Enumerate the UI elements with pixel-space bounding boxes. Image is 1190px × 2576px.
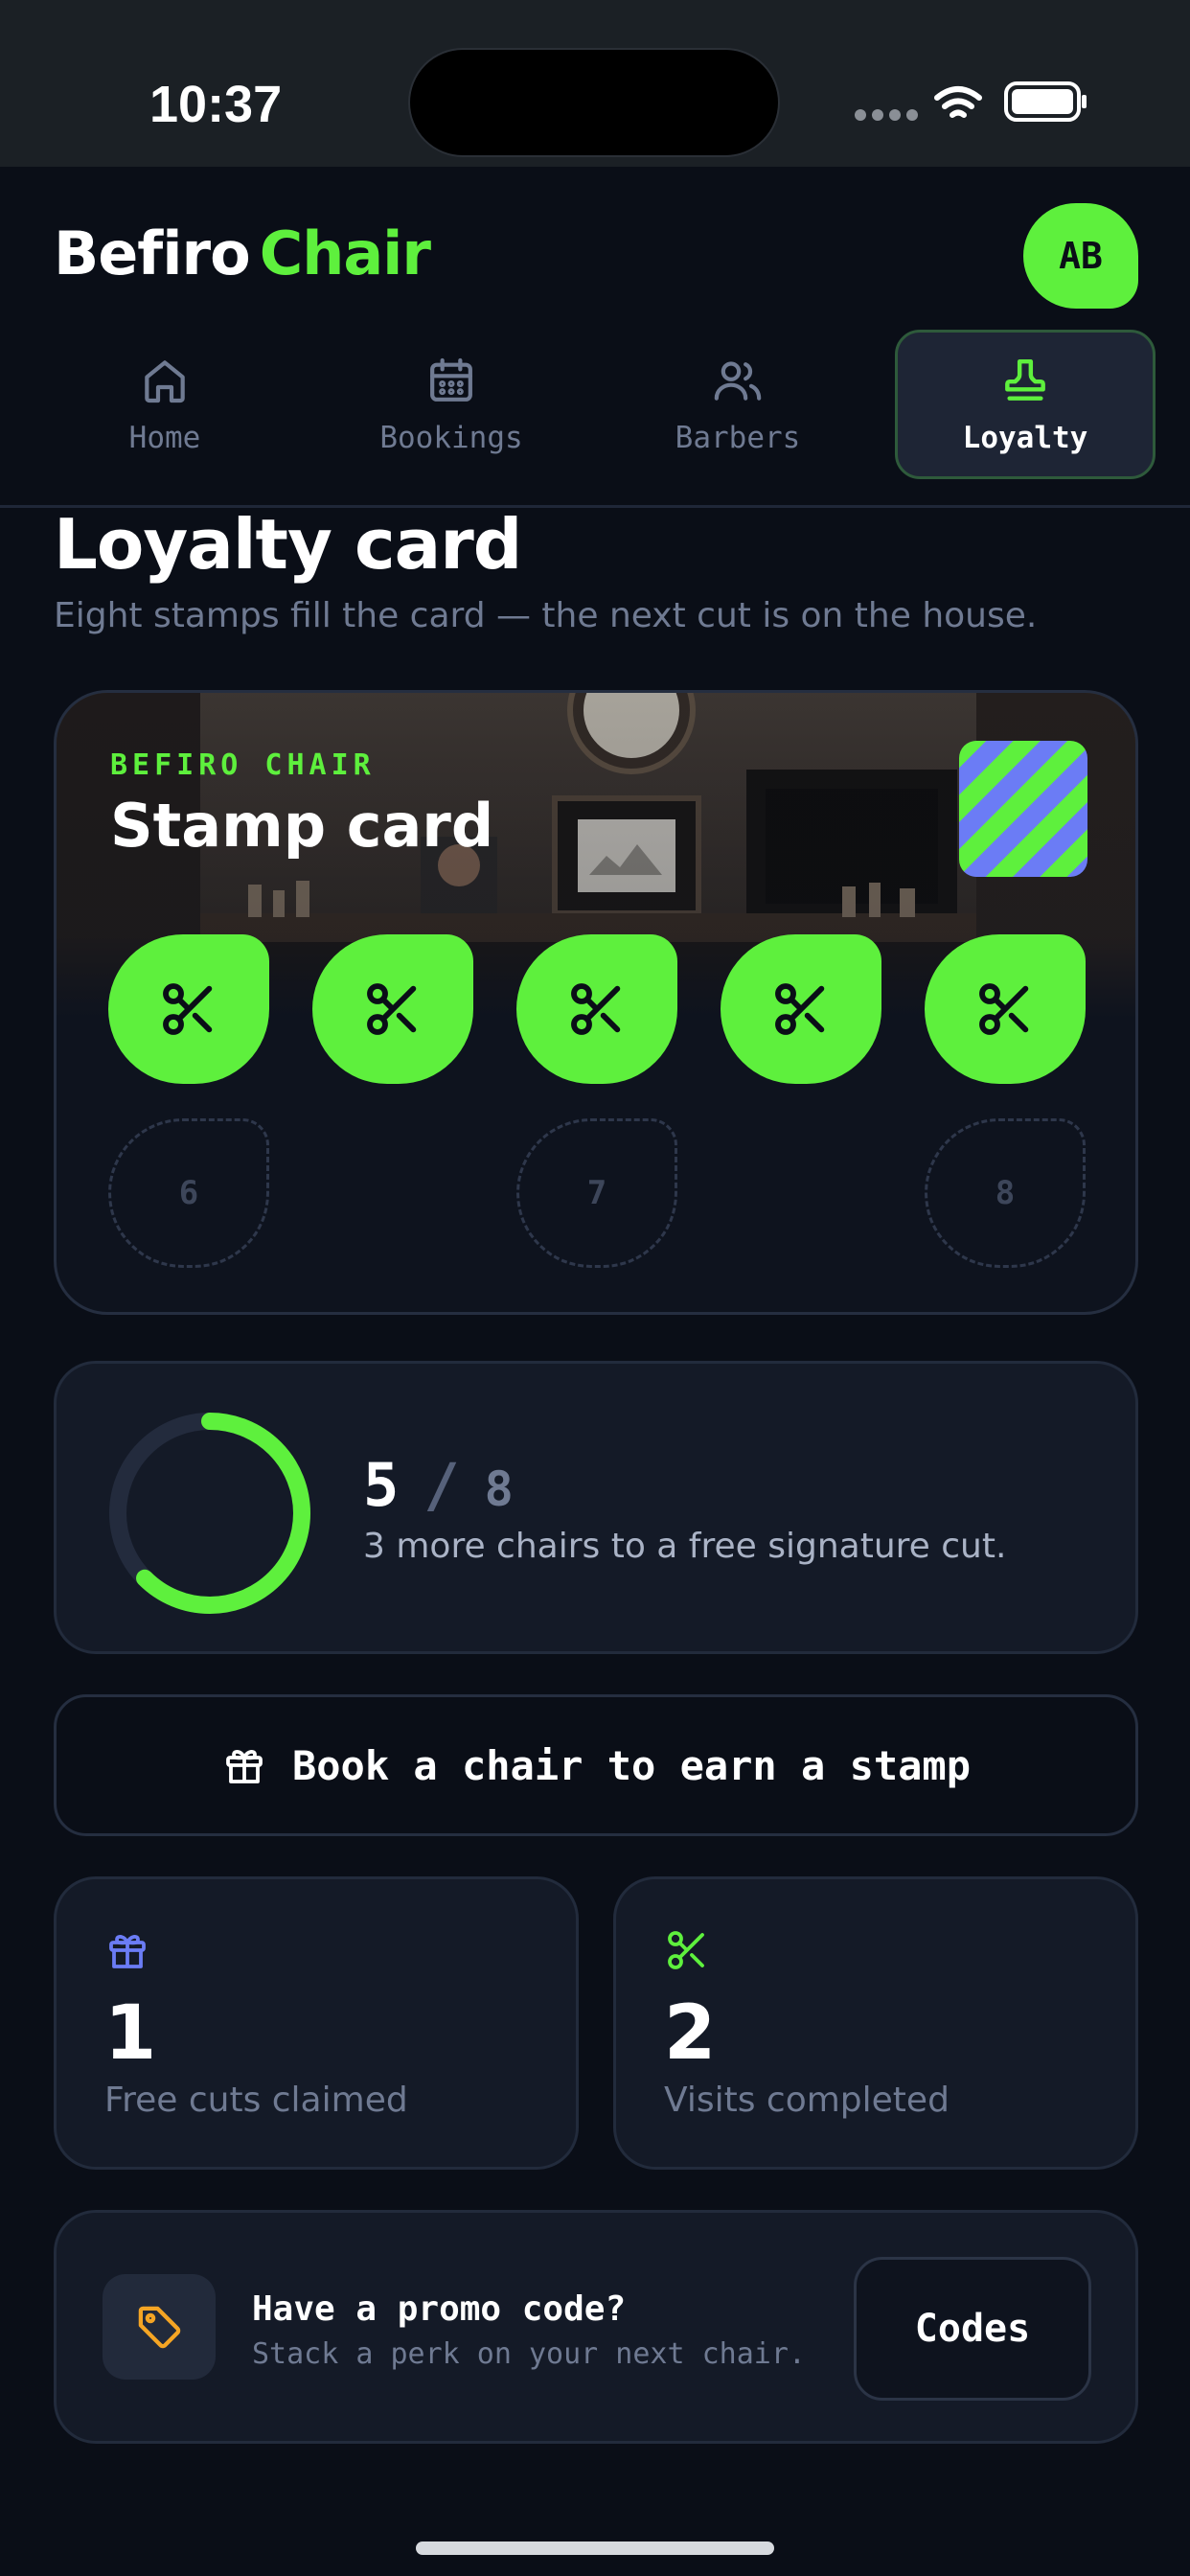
scissors-icon: [163, 983, 213, 1035]
tab-barbers[interactable]: Barbers: [607, 330, 868, 479]
users-icon: [714, 361, 762, 401]
stat-visits-value: 2: [664, 1990, 717, 2077]
progress-current: 5: [363, 1450, 400, 1520]
stamp-8-number: 8: [995, 1174, 1016, 1212]
promo-subtitle: Stack a perk on your next chair.: [252, 2337, 806, 2371]
progress-count: 5 / 8: [363, 1450, 514, 1520]
scissors-icon: [571, 983, 621, 1035]
stamp-7-number: 7: [586, 1174, 607, 1212]
stamp-6: 6: [108, 1118, 269, 1268]
dynamic-island: [408, 48, 780, 157]
gift-icon: [226, 1750, 263, 1783]
stat-visits-label: Visits completed: [664, 2081, 950, 2120]
stamp-3: [516, 934, 677, 1084]
stamp-5: [925, 934, 1086, 1084]
tab-loyalty-label: Loyalty: [962, 421, 1088, 455]
brand-name-part1: Befiro: [54, 218, 251, 288]
scissors-icon: [979, 983, 1029, 1035]
tab-barbers-label: Barbers: [675, 421, 801, 455]
scissors-icon: [367, 983, 417, 1035]
tab-bar: Home Bookings Barbers Loyalty: [0, 326, 1190, 508]
signal-dots-icon: [855, 109, 918, 121]
stamp-1: [108, 934, 269, 1084]
brand-logo: Befiro Chair: [54, 218, 431, 288]
status-time: 10:37: [149, 76, 283, 133]
status-icons: [851, 79, 1090, 126]
progress-message: 3 more chairs to a free signature cut.: [363, 1527, 1007, 1566]
stamp-8: 8: [925, 1118, 1086, 1268]
promo-title: Have a promo code?: [252, 2289, 627, 2329]
stamp-4: [721, 934, 881, 1084]
progress-ring: [109, 1413, 310, 1614]
tab-bookings[interactable]: Bookings: [321, 330, 582, 479]
tab-loyalty[interactable]: Loyalty: [895, 330, 1156, 479]
page-subtitle: Eight stamps fill the card — the next cu…: [54, 596, 1038, 635]
calendar-icon: [430, 357, 472, 402]
tag-icon: [138, 2306, 181, 2349]
scissors-icon: [668, 1931, 704, 1969]
wifi-icon: [934, 86, 982, 118]
card-kicker: BEFIRO CHAIR: [110, 748, 376, 782]
home-icon: [145, 360, 185, 403]
brand-name-part2: Chair: [259, 218, 431, 288]
stamp-card: BEFIRO CHAIR Stamp card 6 7 8: [54, 690, 1138, 1315]
tab-bookings-label: Bookings: [379, 421, 523, 455]
avatar[interactable]: AB: [1023, 203, 1138, 309]
battery-icon: [1004, 81, 1087, 122]
promo-card: Have a promo code? Stack a perk on your …: [54, 2210, 1138, 2444]
page-title: Loyalty card: [54, 504, 522, 585]
gift-icon: [109, 1935, 146, 1968]
stat-free-cuts-label: Free cuts claimed: [104, 2081, 408, 2120]
promo-icon-box: [103, 2274, 216, 2380]
home-indicator[interactable]: [416, 2542, 774, 2555]
stamp-2: [312, 934, 473, 1084]
stamp-6-number: 6: [178, 1174, 199, 1212]
book-chair-label: Book a chair to earn a stamp: [291, 1741, 971, 1789]
codes-button[interactable]: Codes: [854, 2257, 1091, 2401]
tab-home-label: Home: [128, 421, 201, 455]
stat-free-cuts: 1 Free cuts claimed: [54, 1876, 579, 2170]
book-chair-button[interactable]: Book a chair to earn a stamp: [54, 1694, 1138, 1836]
progress-separator: /: [423, 1450, 460, 1520]
card-title: Stamp card: [110, 791, 494, 861]
progress-total: 8: [484, 1461, 514, 1517]
stamp-7: 7: [516, 1118, 677, 1268]
stamp-icon: [1005, 358, 1045, 401]
tab-home[interactable]: Home: [34, 330, 295, 479]
scissors-icon: [775, 983, 825, 1035]
stat-visits: 2 Visits completed: [613, 1876, 1138, 2170]
stat-free-cuts-value: 1: [104, 1990, 157, 2077]
card-badge-pattern: [959, 741, 1087, 877]
status-bar: 10:37: [0, 0, 1190, 167]
progress-card: 5 / 8 3 more chairs to a free signature cu…: [54, 1361, 1138, 1654]
